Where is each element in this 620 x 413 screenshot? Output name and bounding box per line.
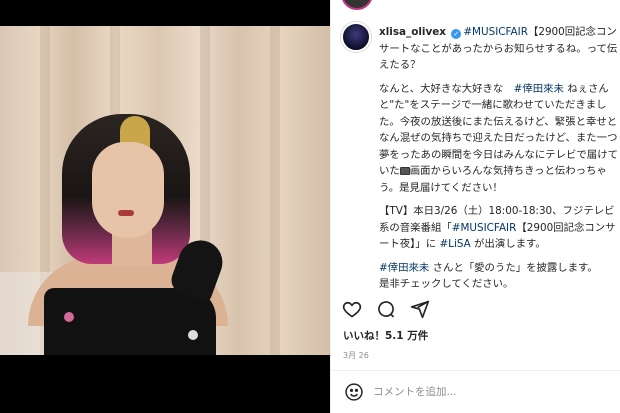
emoji-button[interactable] (343, 381, 365, 403)
heart-icon (342, 301, 362, 318)
caption-text: 画面からいろんな気持ちきっと伝わっちゃう。是見届けてください！ (379, 165, 607, 194)
hashtag-link[interactable]: #倖田來未 (379, 262, 429, 274)
caption-paragraph: #倖田來未 さんと「愛のうた」を披露します。 是非チェックしてください。 (379, 260, 619, 293)
caption-text: なんと、大好きな大好きな (379, 82, 514, 95)
post-actions (341, 298, 431, 320)
verified-badge-icon: ✓ (451, 29, 462, 39)
silver-brooch (188, 330, 198, 340)
comment-icon (378, 301, 395, 318)
share-icon (410, 300, 430, 319)
post-side-panel: xlisa_olivex ✓ #MUSICFAIR【2900回記念コンサートなこと… (330, 0, 620, 413)
like-button[interactable] (341, 298, 363, 320)
hashtag-link[interactable]: #MUSICFAIR (452, 222, 517, 234)
username[interactable]: xlisa_olivex (379, 26, 446, 38)
share-button[interactable] (409, 298, 431, 320)
emoji-icon (345, 383, 363, 401)
avatar[interactable] (341, 22, 371, 52)
hashtag-link[interactable]: #倖田來未 (514, 83, 564, 95)
caption-text: ねぇさんと"た"をステージで一緒に歌わせていただきました。今夜の放送後にまた伝え… (379, 82, 618, 178)
post-image[interactable] (0, 26, 330, 355)
caption-paragraph: なんと、大好きな大好きな #倖田來未 ねぇさんと"た"をステージで一緒に歌わせて… (379, 81, 619, 197)
pink-brooch (64, 312, 74, 322)
caption-text: 是非チェックしてください。 (379, 278, 514, 290)
curtain-fold (270, 26, 280, 355)
comment-button[interactable] (375, 298, 397, 320)
caption-text: が出演します。 (470, 238, 546, 250)
post-caption: xlisa_olivex ✓ #MUSICFAIR【2900回記念コンサートなこと… (379, 24, 619, 293)
hashtag-link[interactable]: #LiSA (439, 238, 470, 250)
hashtag-link[interactable]: #MUSICFAIR (463, 26, 528, 38)
caption-paragraph: 【TV】本日3/26（土）18:00-18:30、フジテレビ系の音楽番組「#MU… (379, 203, 619, 253)
caption-text: さんと「愛のうた」を披露します。 (429, 261, 598, 274)
person-lips (118, 210, 134, 216)
post-date[interactable]: 3月 26 (343, 350, 369, 361)
person-face (92, 142, 164, 238)
like-count[interactable]: いいね！5.1 万件 (343, 328, 428, 343)
tv-emoji-icon (399, 167, 410, 175)
comment-input[interactable] (373, 386, 603, 398)
header-avatar[interactable] (341, 0, 373, 10)
comment-bar (331, 370, 620, 413)
